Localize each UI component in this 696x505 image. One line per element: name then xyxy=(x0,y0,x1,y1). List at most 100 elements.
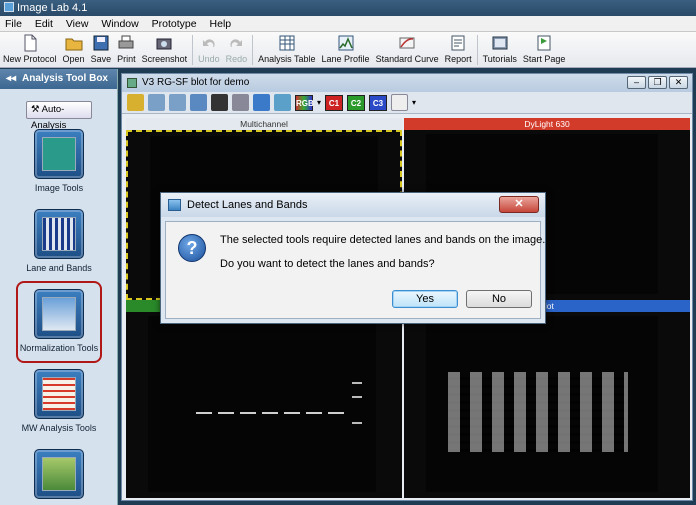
floppy-disk-icon xyxy=(93,35,109,51)
curve-icon xyxy=(399,37,415,49)
channel-c1-button[interactable]: C1 xyxy=(325,94,344,111)
restore-button[interactable]: ❐ xyxy=(648,76,667,89)
toolbar-separator xyxy=(252,35,254,65)
image-tools-button[interactable]: Image Tools xyxy=(0,129,118,193)
menu-edit[interactable]: Edit xyxy=(35,18,53,30)
menu-file[interactable]: File xyxy=(5,18,22,30)
folder-open-icon xyxy=(65,38,83,51)
chevron-down-icon[interactable]: ▾ xyxy=(412,98,416,107)
no-button[interactable]: No xyxy=(466,290,532,308)
document-icon xyxy=(127,78,137,88)
lane-and-bands-icon xyxy=(34,209,84,259)
menu-window[interactable]: Window xyxy=(101,18,138,30)
gel-band xyxy=(196,412,212,414)
dialog-title-bar: Detect Lanes and Bands ✕ xyxy=(161,193,545,217)
gel-image xyxy=(148,316,376,492)
fit-to-window-icon[interactable] xyxy=(190,94,207,111)
dialog-message: The selected tools require detected lane… xyxy=(220,234,546,246)
menu-prototype[interactable]: Prototype xyxy=(152,18,197,30)
database-icon xyxy=(34,449,84,499)
tool-box-header: ◂◂ Analysis Tool Box xyxy=(0,69,117,89)
main-toolbar: New Protocol Open Save Print Screenshot … xyxy=(0,32,696,68)
mw-analysis-tools-button[interactable]: MW Analysis Tools xyxy=(0,369,118,433)
image-adjust-icon[interactable] xyxy=(232,94,249,111)
undo-button[interactable]: Undo xyxy=(195,32,223,64)
standard-curve-button[interactable]: Standard Curve xyxy=(373,32,442,64)
ladder-band xyxy=(352,396,362,398)
toolbar-separator xyxy=(192,35,194,65)
printer-icon xyxy=(118,35,134,49)
zoom-out-icon[interactable] xyxy=(169,94,186,111)
dialog-body: ? The selected tools require detected la… xyxy=(165,221,545,319)
mw-analysis-tools-icon xyxy=(34,369,84,419)
menu-view[interactable]: View xyxy=(66,18,89,30)
app-title: Image Lab 4.1 xyxy=(17,2,88,14)
start-page-button[interactable]: Start Page xyxy=(520,32,569,64)
overlay-icon[interactable] xyxy=(274,94,291,111)
lane-profile-button[interactable]: Lane Profile xyxy=(319,32,373,64)
app-title-bar: Image Lab 4.1 xyxy=(0,0,696,16)
chevron-down-icon[interactable]: ▾ xyxy=(317,98,321,107)
minimize-button[interactable]: – xyxy=(627,76,646,89)
image-tools-toggle-icon[interactable] xyxy=(127,94,144,111)
redo-button[interactable]: Redo xyxy=(223,32,251,64)
dialog-question: Do you want to detect the lanes and band… xyxy=(220,258,435,270)
menu-bar: File Edit View Window Prototype Help xyxy=(0,16,696,32)
yes-button[interactable]: Yes xyxy=(392,290,458,308)
panel-label-multichannel: Multichannel xyxy=(126,118,402,130)
toolbar-separator xyxy=(476,35,478,65)
analysis-tool-box: ◂◂ Analysis Tool Box ⚒ Auto-Analysis Imag… xyxy=(0,69,118,505)
channel-rgb-button[interactable]: RGB xyxy=(295,94,314,111)
dialog-close-button[interactable]: ✕ xyxy=(499,196,539,213)
image-toolbar: RGB ▾ C1 C2 C3 ▾ xyxy=(122,92,692,114)
start-page-icon xyxy=(537,35,551,51)
dialog-title: Detect Lanes and Bands xyxy=(187,199,308,211)
layout-grid-icon[interactable] xyxy=(391,94,409,111)
gel-band xyxy=(328,412,344,414)
auto-analysis-button[interactable]: ⚒ Auto-Analysis xyxy=(26,101,92,131)
gel-band xyxy=(240,412,256,414)
channel-c2-button[interactable]: C2 xyxy=(347,94,366,111)
app-icon xyxy=(4,2,14,12)
document-title: V3 RG-SF blot for demo xyxy=(142,77,250,88)
tutorials-icon xyxy=(492,36,508,50)
table-icon xyxy=(279,35,295,51)
window-controls: – ❐ ✕ xyxy=(627,76,688,89)
screenshot-button[interactable]: Screenshot xyxy=(139,32,191,64)
blot-bands xyxy=(448,372,628,452)
contrast-icon[interactable] xyxy=(211,94,228,111)
ladder-band xyxy=(352,422,362,424)
document-title-bar: V3 RG-SF blot for demo – ❐ ✕ xyxy=(122,74,692,92)
redo-icon xyxy=(230,39,243,47)
open-button[interactable]: Open xyxy=(60,32,88,64)
tutorials-button[interactable]: Tutorials xyxy=(480,32,520,64)
report-button[interactable]: Report xyxy=(442,32,475,64)
menu-help[interactable]: Help xyxy=(210,18,232,30)
panel-label-dylight-630: DyLight 630 xyxy=(404,118,690,130)
collapse-panel-icon[interactable]: ◂◂ xyxy=(6,73,16,84)
camera-icon xyxy=(156,38,172,50)
report-icon xyxy=(451,35,465,51)
close-window-button[interactable]: ✕ xyxy=(669,76,688,89)
zoom-in-icon[interactable] xyxy=(148,94,165,111)
green-channel-image[interactable] xyxy=(126,312,402,498)
lane-profile-icon xyxy=(338,35,354,51)
lane-and-bands-button[interactable]: Lane and Bands xyxy=(0,209,118,273)
more-tools-button[interactable] xyxy=(0,449,118,503)
gel-band xyxy=(218,412,234,414)
transform-icon[interactable] xyxy=(253,94,270,111)
dialog-app-icon xyxy=(168,199,181,211)
new-document-icon xyxy=(24,34,37,52)
gel-band xyxy=(284,412,300,414)
save-button[interactable]: Save xyxy=(88,32,115,64)
gel-band xyxy=(262,412,278,414)
new-protocol-button[interactable]: New Protocol xyxy=(0,32,60,64)
print-button[interactable]: Print xyxy=(114,32,139,64)
blot-image[interactable] xyxy=(404,312,690,498)
undo-icon xyxy=(202,39,215,47)
highlight-ring xyxy=(16,281,102,363)
channel-c3-button[interactable]: C3 xyxy=(369,94,388,111)
analysis-table-button[interactable]: Analysis Table xyxy=(255,32,318,64)
image-tools-icon xyxy=(34,129,84,179)
question-icon: ? xyxy=(178,234,206,262)
